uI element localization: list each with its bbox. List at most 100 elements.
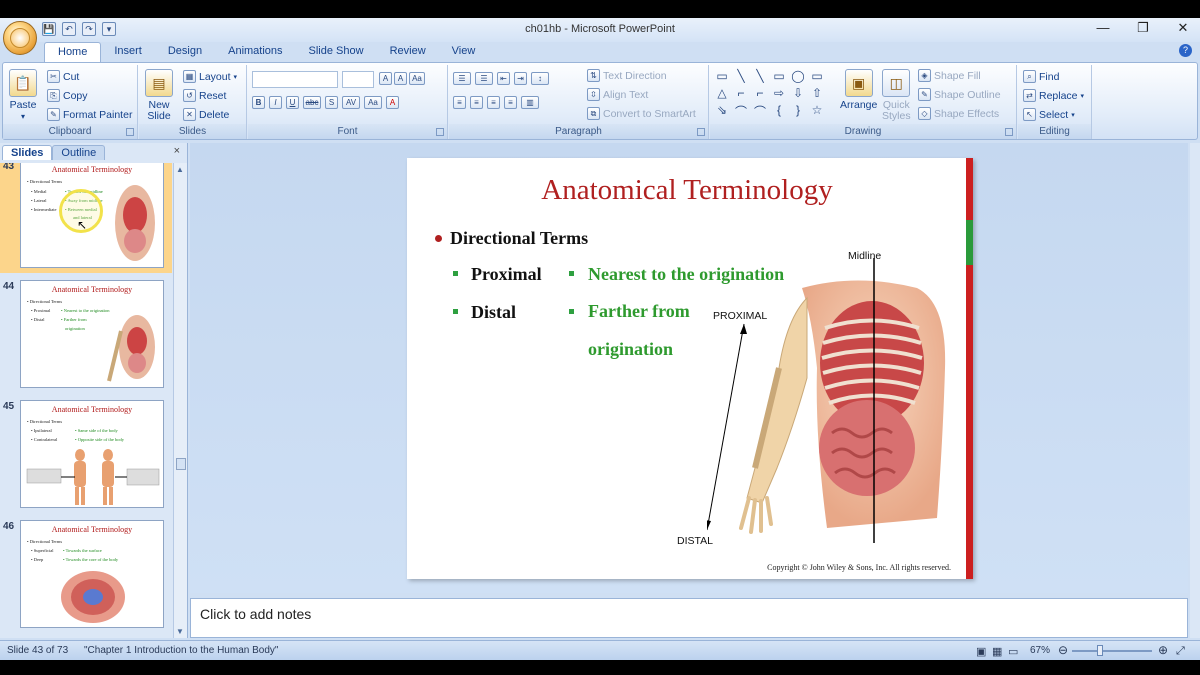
shape-option-icon[interactable]: } xyxy=(790,103,806,120)
shape-option-icon[interactable]: ⌒ xyxy=(752,103,768,120)
zoom-slider[interactable] xyxy=(1072,650,1152,652)
normal-view-icon[interactable]: ▣ xyxy=(976,645,986,658)
justify-icon[interactable]: ≡ xyxy=(504,96,517,109)
align-center-icon[interactable]: ≡ xyxy=(470,96,483,109)
quick-styles-button[interactable]: ◫ Quick Styles xyxy=(882,69,911,122)
shape-option-icon[interactable]: ╲ xyxy=(733,69,749,83)
dialog-launcher-icon[interactable] xyxy=(697,128,705,136)
shape-option-icon[interactable]: ▭ xyxy=(714,69,730,83)
slide-thumbnail-46[interactable]: 46 Anatomical Terminology • Directional … xyxy=(0,517,172,633)
arrange-button[interactable]: ▣ Arrange xyxy=(840,69,877,111)
zoom-slider-thumb[interactable] xyxy=(1097,645,1103,656)
fit-to-window-icon[interactable]: ⤢ xyxy=(1176,645,1185,658)
shape-outline-button[interactable]: ✎ Shape Outline xyxy=(918,88,1001,101)
shape-option-icon[interactable]: ▭ xyxy=(771,69,787,83)
reset-button[interactable]: ↺ Reset xyxy=(183,89,226,102)
shape-option-icon[interactable]: ◯ xyxy=(790,69,806,83)
copy-button[interactable]: ⎘ Copy xyxy=(47,89,88,102)
restore-button[interactable]: ❐ xyxy=(1134,20,1152,36)
strikethrough-icon[interactable]: abc xyxy=(303,96,321,109)
tab-slide-show[interactable]: Slide Show xyxy=(296,42,377,62)
text-direction-button[interactable]: ⇅ Text Direction xyxy=(587,69,667,82)
line-spacing-icon[interactable]: ↕ xyxy=(531,72,549,85)
term-proximal[interactable]: Proximal xyxy=(471,264,542,285)
tab-slides[interactable]: Slides xyxy=(2,145,53,160)
tab-insert[interactable]: Insert xyxy=(101,42,155,62)
scroll-down-icon[interactable]: ▼ xyxy=(176,627,184,636)
slide-thumbnail-44[interactable]: 44 Anatomical Terminology • Directional … xyxy=(0,277,172,393)
layout-button[interactable]: ▦ Layout ▾ xyxy=(183,70,237,83)
increase-indent-icon[interactable]: ⇥ xyxy=(514,72,527,85)
tab-home[interactable]: Home xyxy=(44,42,102,62)
shapes-gallery[interactable]: ▭ ╲ ╲ ▭ ◯ ▭ △ ⌐ ⌐ ⇨ ⇩ ⇧ ⇘ ⌒ ⌒{} ☆ xyxy=(714,69,825,120)
help-icon[interactable]: ? xyxy=(1179,44,1192,57)
shape-option-icon[interactable]: ☆ xyxy=(809,103,825,120)
font-family-select[interactable] xyxy=(252,71,338,88)
convert-smartart-button[interactable]: ⧉ Convert to SmartArt xyxy=(587,107,696,120)
change-case-icon[interactable]: Aa xyxy=(364,96,382,109)
delete-button[interactable]: ✕ Delete xyxy=(183,108,229,121)
slide-scrollbar[interactable] xyxy=(1190,143,1200,638)
zoom-in-icon[interactable]: ⊕ xyxy=(1158,643,1168,657)
italic-icon[interactable]: I xyxy=(269,96,282,109)
current-slide[interactable]: Anatomical Terminology Directional Terms… xyxy=(407,158,973,579)
slide-show-icon[interactable]: ▭ xyxy=(1008,645,1018,658)
shape-option-icon[interactable]: ⌒ xyxy=(733,103,749,120)
slide-title[interactable]: Anatomical Terminology xyxy=(407,174,967,207)
definition-distal-line2[interactable]: origination xyxy=(588,339,673,360)
underline-icon[interactable]: U xyxy=(286,96,299,109)
numbering-icon[interactable]: ☰ xyxy=(475,72,493,85)
directional-terms-heading[interactable]: Directional Terms xyxy=(450,228,588,249)
term-distal[interactable]: Distal xyxy=(471,302,516,323)
notes-placeholder[interactable]: Click to add notes xyxy=(200,606,311,622)
tab-outline[interactable]: Outline xyxy=(52,145,106,160)
dialog-launcher-icon[interactable] xyxy=(436,128,444,136)
close-button[interactable]: ✕ xyxy=(1174,20,1192,36)
replace-button[interactable]: ⇄ Replace ▾ xyxy=(1023,89,1084,102)
new-slide-button[interactable]: ▤ New Slide xyxy=(145,69,173,122)
definition-distal-line1[interactable]: Farther from xyxy=(588,301,690,322)
zoom-level[interactable]: 67% xyxy=(1030,645,1050,656)
tab-view[interactable]: View xyxy=(439,42,489,62)
shape-option-icon[interactable]: ⇨ xyxy=(771,86,787,100)
slide-thumbnail-45[interactable]: 45 Anatomical Terminology • Directional … xyxy=(0,397,172,513)
font-size-select[interactable] xyxy=(342,71,374,88)
shape-option-icon[interactable]: △ xyxy=(714,86,730,100)
shape-effects-button[interactable]: ◇ Shape Effects xyxy=(918,107,999,120)
notes-pane[interactable]: Click to add notes xyxy=(190,598,1188,638)
shape-option-icon[interactable]: ⌐ xyxy=(733,86,749,100)
align-text-button[interactable]: ⇳ Align Text xyxy=(587,88,648,101)
find-button[interactable]: ⌕ Find xyxy=(1023,70,1059,83)
shape-option-icon[interactable]: { xyxy=(771,103,787,120)
shape-option-icon[interactable]: ⇘ xyxy=(714,103,730,120)
scroll-up-icon[interactable]: ▲ xyxy=(176,165,184,174)
scroll-thumb[interactable] xyxy=(176,458,186,470)
dialog-launcher-icon[interactable] xyxy=(126,128,134,136)
minimize-button[interactable]: — xyxy=(1094,20,1112,36)
bold-icon[interactable]: B xyxy=(252,96,265,109)
align-left-icon[interactable]: ≡ xyxy=(453,96,466,109)
columns-icon[interactable]: ▥ xyxy=(521,96,539,109)
shape-option-icon[interactable]: ╲ xyxy=(752,69,768,83)
text-shadow-icon[interactable]: S xyxy=(325,96,338,109)
shape-option-icon[interactable]: ▭ xyxy=(809,69,825,83)
bullets-icon[interactable]: ☰ xyxy=(453,72,471,85)
tab-design[interactable]: Design xyxy=(155,42,215,62)
close-pane-icon[interactable]: × xyxy=(174,145,180,157)
slide-sorter-icon[interactable]: ▦ xyxy=(992,645,1002,658)
tab-animations[interactable]: Animations xyxy=(215,42,295,62)
cut-button[interactable]: ✂ Cut xyxy=(47,70,79,83)
font-color-icon[interactable]: A xyxy=(386,96,399,109)
office-button[interactable] xyxy=(3,21,37,55)
paste-button[interactable]: 📋 Paste ▾ xyxy=(9,69,37,122)
select-button[interactable]: ↖ Select ▾ xyxy=(1023,108,1075,121)
align-right-icon[interactable]: ≡ xyxy=(487,96,500,109)
clear-formatting-icon[interactable]: Aa xyxy=(409,72,425,85)
shape-option-icon[interactable]: ⌐ xyxy=(752,86,768,100)
tab-review[interactable]: Review xyxy=(377,42,439,62)
thumbnail-scrollbar[interactable]: ▲ ▼ xyxy=(173,163,187,638)
decrease-indent-icon[interactable]: ⇤ xyxy=(497,72,510,85)
format-painter-button[interactable]: ✎ Format Painter xyxy=(47,108,132,121)
dialog-launcher-icon[interactable] xyxy=(1005,128,1013,136)
character-spacing-icon[interactable]: AV xyxy=(342,96,360,109)
